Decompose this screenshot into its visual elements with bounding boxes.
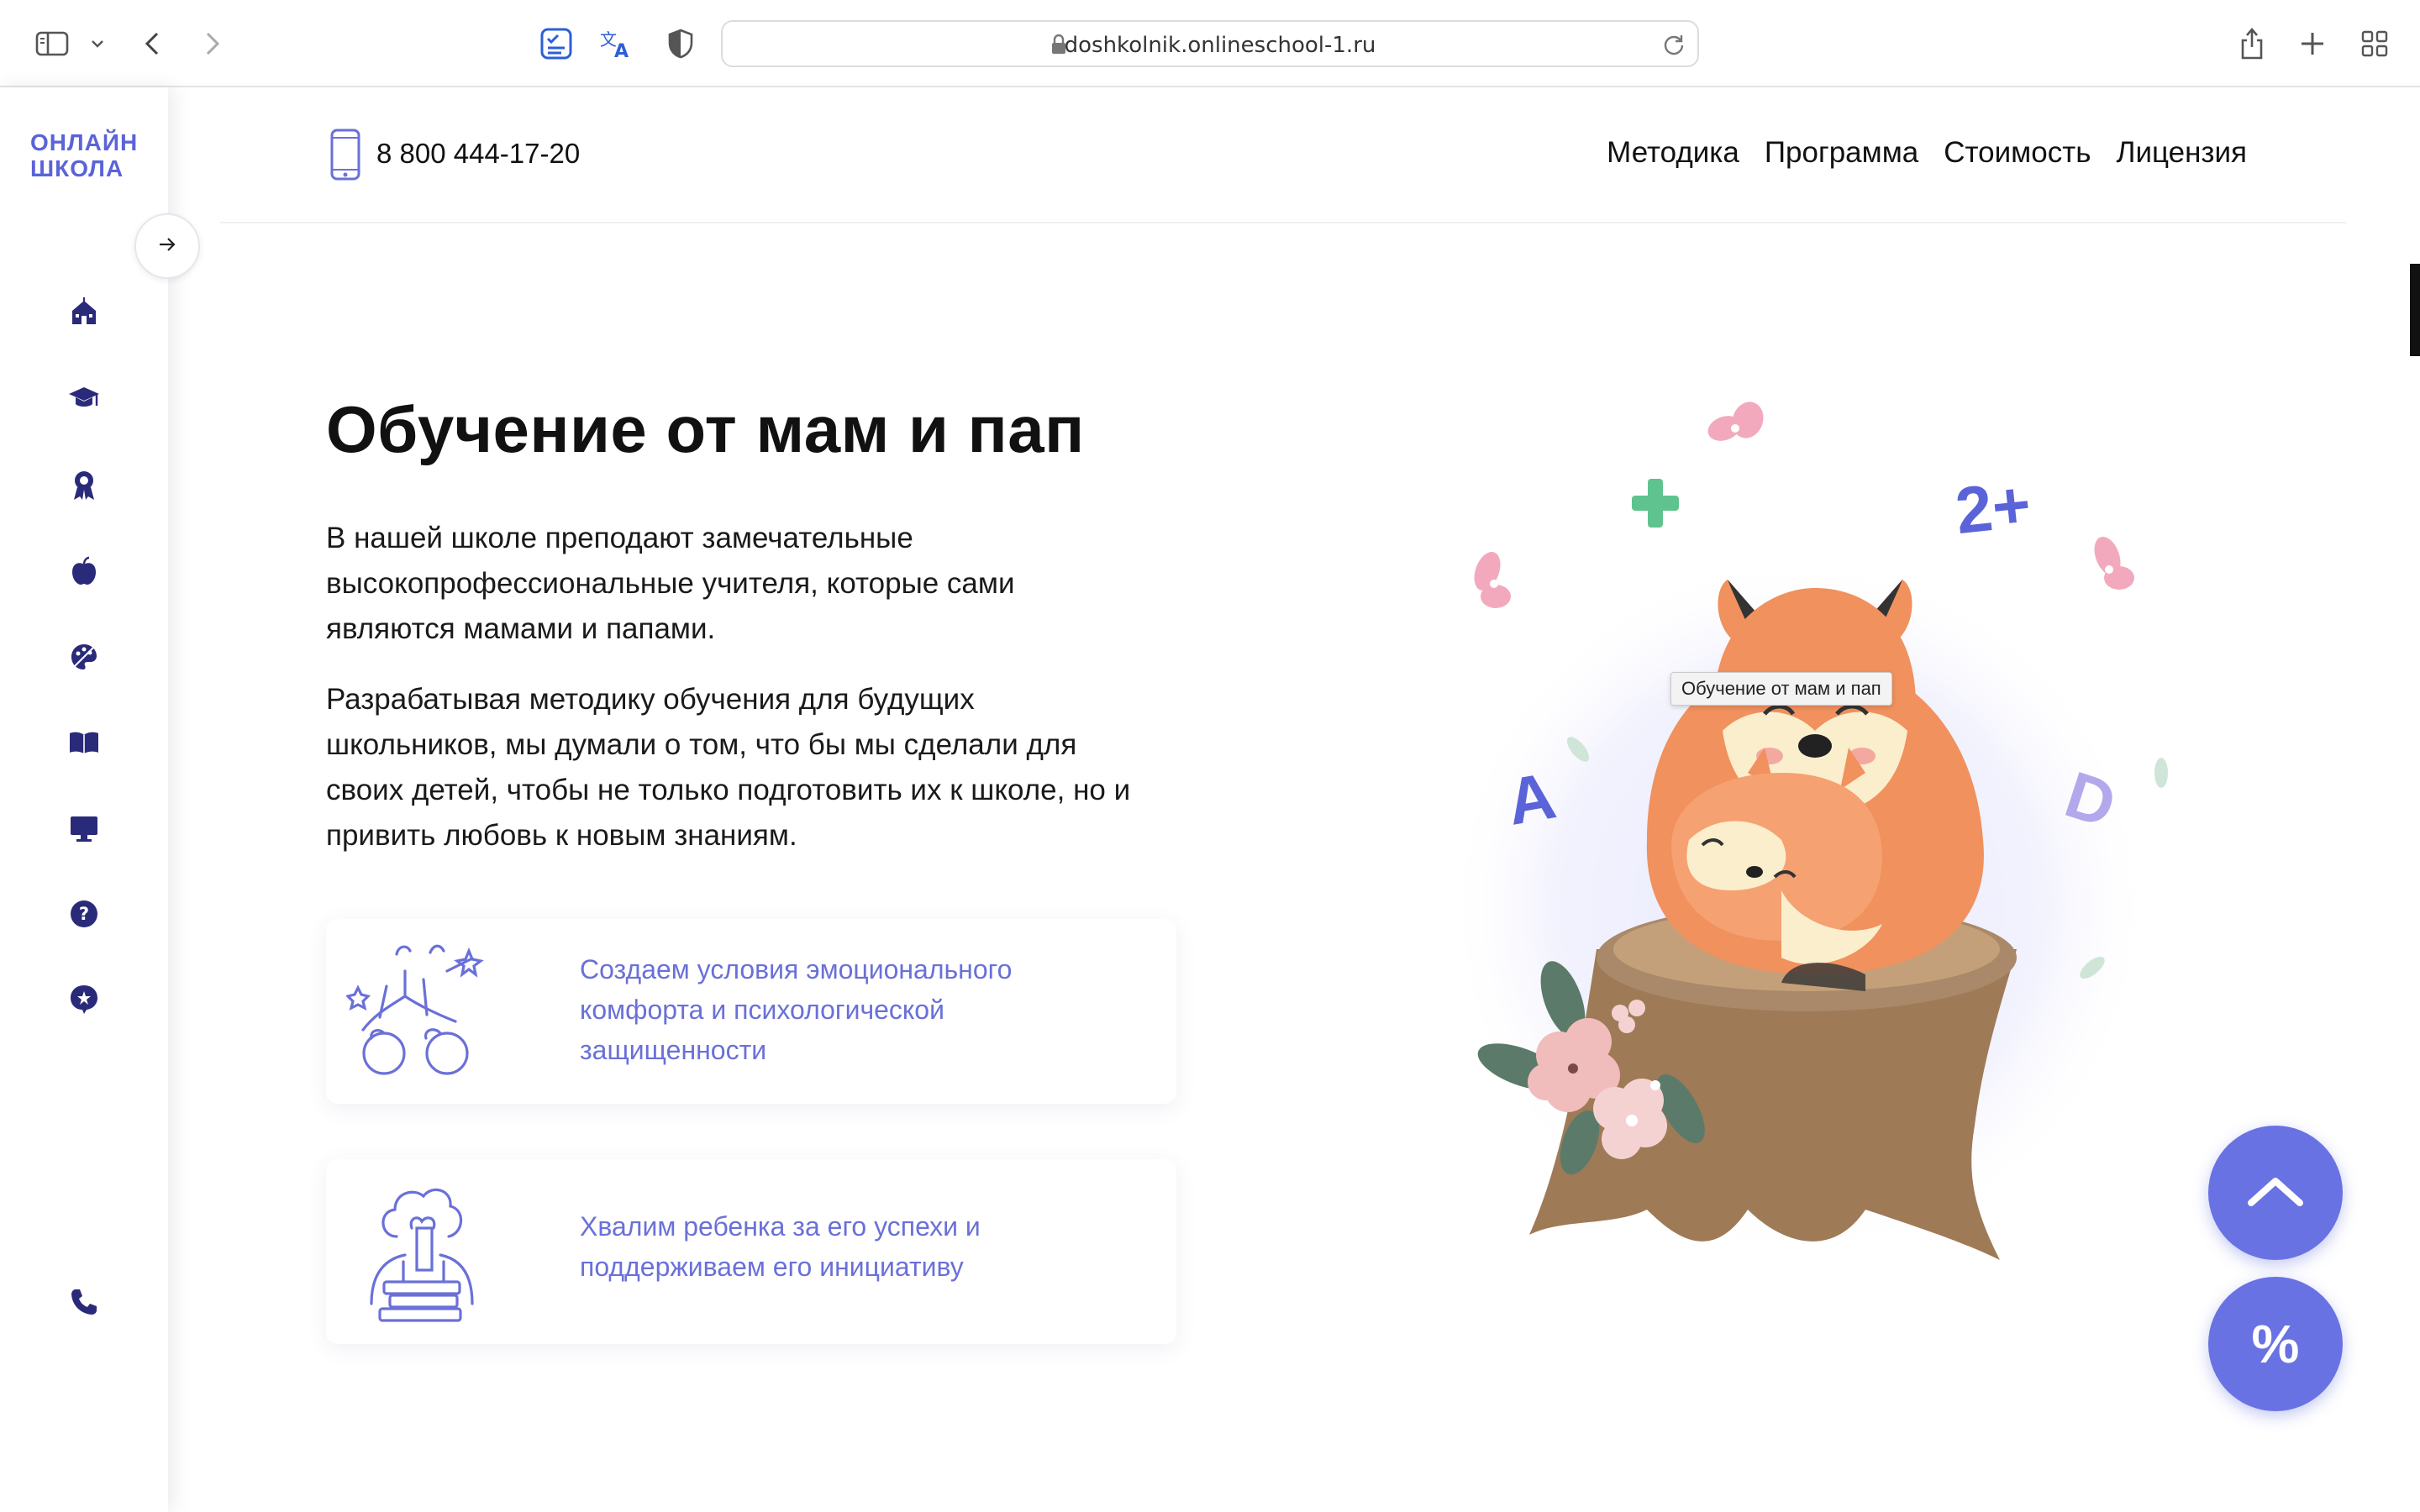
tab-overview-icon[interactable] bbox=[2358, 22, 2391, 66]
address-bar[interactable]: doshkolnik.onlineschool-1.ru bbox=[721, 20, 1699, 67]
nav-link-license[interactable]: Лицензия bbox=[2116, 136, 2247, 170]
url-text: doshkolnik.onlineschool-1.ru bbox=[1064, 33, 1376, 58]
new-tab-icon[interactable] bbox=[2297, 22, 2328, 66]
phone-icon[interactable] bbox=[67, 1285, 101, 1319]
school-building-icon[interactable] bbox=[67, 296, 101, 329]
left-sidebar: ОНЛАЙН ШКОЛА ? bbox=[0, 87, 168, 1512]
svg-text:A: A bbox=[614, 41, 629, 59]
discount-button[interactable]: % bbox=[2208, 1277, 2343, 1411]
nav-link-program[interactable]: Программа bbox=[1765, 136, 1918, 170]
child-with-books-illustration bbox=[346, 1178, 497, 1329]
monitor-icon[interactable] bbox=[67, 811, 101, 845]
apple-icon[interactable] bbox=[67, 554, 101, 588]
school-logo[interactable]: ОНЛАЙН ШКОЛА bbox=[30, 129, 148, 181]
scrollbar-indicator[interactable] bbox=[2410, 264, 2420, 356]
logo-line-1: ОНЛАЙН bbox=[30, 129, 139, 155]
shield-icon[interactable] bbox=[664, 22, 697, 66]
sidebar-toggle-icon[interactable] bbox=[34, 22, 71, 66]
method-paragraph: Разрабатывая методику обучения для будущ… bbox=[326, 683, 1131, 852]
kids-playing-illustration bbox=[345, 937, 497, 1089]
scroll-to-top-button[interactable] bbox=[2208, 1126, 2343, 1260]
browser-toolbar: 文A doshkolnik.onlineschool-1.ru bbox=[0, 0, 2420, 87]
main-nav: Методика Программа Стоимость Лицензия bbox=[1607, 136, 2247, 170]
mobile-phone-icon bbox=[329, 128, 361, 186]
feature-text-praise: Хвалим ребенка за его успехи и поддержив… bbox=[580, 1211, 981, 1282]
nav-link-price[interactable]: Стоимость bbox=[1944, 136, 2091, 170]
image-tooltip: Обучение от мам и пап bbox=[1670, 672, 1892, 706]
share-icon[interactable] bbox=[2235, 22, 2269, 66]
arrow-right-icon bbox=[158, 237, 176, 256]
feature-text-comfort: Создаем условия эмоционального комфорта … bbox=[580, 954, 1013, 1065]
palette-icon[interactable] bbox=[67, 640, 101, 674]
page-title: Обучение от мам и пап bbox=[326, 392, 1085, 466]
illustration-2plus: 2+ bbox=[1952, 466, 2034, 548]
back-arrow-icon[interactable] bbox=[139, 22, 165, 66]
reader-extension-icon[interactable] bbox=[538, 22, 575, 66]
feature-card-comfort: Создаем условия эмоционального комфорта … bbox=[326, 919, 1176, 1104]
forward-arrow-icon[interactable] bbox=[200, 22, 225, 66]
star-chat-icon[interactable] bbox=[67, 983, 101, 1016]
chevron-up-icon bbox=[2246, 1174, 2305, 1212]
header-divider bbox=[220, 222, 2346, 223]
question-icon[interactable]: ? bbox=[67, 897, 101, 931]
feature-card-praise: Хвалим ребенка за его успехи и поддержив… bbox=[326, 1159, 1176, 1344]
translate-icon[interactable]: 文A bbox=[598, 22, 635, 66]
reload-icon[interactable] bbox=[1662, 33, 1686, 56]
intro-paragraph: В нашей школе преподают замечательные вы… bbox=[326, 522, 1015, 645]
chevron-down-icon[interactable] bbox=[87, 22, 108, 66]
open-book-icon[interactable] bbox=[67, 726, 101, 759]
graduation-cap-icon[interactable] bbox=[67, 381, 101, 415]
svg-text:?: ? bbox=[79, 904, 89, 924]
nav-link-methodology[interactable]: Методика bbox=[1607, 136, 1739, 170]
logo-line-2: ШКОЛА bbox=[30, 155, 124, 181]
foxes-on-stump-illustration: 2+ A D bbox=[1395, 370, 2218, 1344]
header-phone-number[interactable]: 8 800 444-17-20 bbox=[376, 138, 580, 170]
percent-label: % bbox=[2251, 1314, 2300, 1374]
sidebar-expand-button[interactable] bbox=[134, 213, 200, 279]
award-ribbon-icon[interactable] bbox=[67, 469, 101, 502]
